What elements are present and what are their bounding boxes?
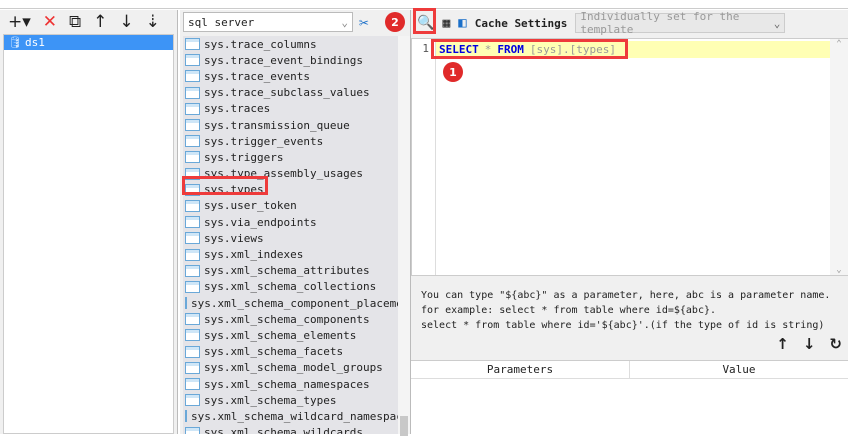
tools-icon[interactable]: ✂ (359, 13, 369, 32)
datasource-panel: +▾ ✕ ⧉ ↑ ↓ ⇣ 🛢 ds1 (0, 10, 178, 434)
parameter-help: You can type "${abc}" as a parameter, he… (421, 290, 831, 331)
table-list-item[interactable]: sys.xml_schema_types (183, 392, 398, 408)
table-icon (185, 378, 200, 391)
table-list-item[interactable]: sys.views (183, 230, 398, 246)
highlight-sql (431, 39, 628, 59)
table-icon (185, 86, 200, 99)
table-list-item[interactable]: sys.xml_schema_namespaces (183, 376, 398, 392)
table-icon (185, 410, 187, 423)
sql-panel: 🔍 ▦ ◧ Cache Settings Individually set fo… (410, 10, 848, 434)
table-icon (185, 313, 200, 326)
move-down-button[interactable]: ↓ (119, 12, 133, 32)
table-list-item[interactable]: sys.trigger_events (183, 133, 398, 149)
chevron-down-icon: ⌄ (341, 15, 348, 29)
table-list-item[interactable]: sys.trace_subclass_values (183, 85, 398, 101)
column-parameters: Parameters (411, 361, 630, 378)
table-icon (185, 38, 200, 51)
table-icon (185, 70, 200, 83)
table-list-item[interactable]: sys.transmission_queue (183, 117, 398, 133)
cache-icon: ◧ (458, 15, 467, 31)
table-list-item[interactable]: sys.via_endpoints (183, 214, 398, 230)
table-list-item[interactable]: sys.trace_events (183, 68, 398, 84)
table-list-item[interactable]: sys.xml_schema_collections (183, 279, 398, 295)
table-list-scrollbar[interactable] (398, 36, 410, 436)
table-list-item[interactable]: sys.xml_schema_facets (183, 344, 398, 360)
chevron-down-icon: ⌄ (773, 16, 781, 30)
table-list-item[interactable]: sys.xml_schema_attributes (183, 263, 398, 279)
arrow-up-icon[interactable]: ↑ (776, 335, 789, 353)
step-badge-1: 1 (443, 62, 463, 82)
table-list-item[interactable]: sys.trace_event_bindings (183, 52, 398, 68)
highlight-preview (413, 8, 436, 34)
table-list: sys.trace_columns sys.trace_event_binding… (183, 36, 398, 434)
table-icon (185, 345, 200, 358)
table-icon (185, 232, 200, 245)
table-list-item[interactable]: sys.xml_schema_components (183, 311, 398, 327)
table-list-item[interactable]: sys.xml_schema_elements (183, 327, 398, 343)
table-icon (185, 151, 200, 164)
sql-editor[interactable]: 1 SELECT * FROM [sys].[types] ⌃ ⌄ (411, 38, 848, 276)
add-button[interactable]: +▾ (8, 12, 31, 32)
delete-button[interactable]: ✕ (43, 12, 57, 32)
table-icon (185, 264, 200, 277)
table-icon (185, 216, 200, 229)
move-up-button[interactable]: ↑ (93, 12, 107, 32)
datasource-tree: 🛢 ds1 (3, 34, 174, 434)
editor-scrollbar[interactable]: ⌃ ⌄ (830, 39, 848, 275)
table-icon (185, 135, 200, 148)
table-icon (185, 199, 200, 212)
datasource-toolbar: +▾ ✕ ⧉ ↑ ↓ ⇣ (0, 10, 177, 34)
table-icon (185, 119, 200, 132)
save-sql-button[interactable]: ▦ (442, 16, 450, 31)
copy-button[interactable]: ⧉ (69, 12, 81, 32)
sort-button[interactable]: ⇣ (146, 12, 160, 32)
table-icon (185, 297, 187, 310)
column-value: Value (630, 361, 848, 378)
database-icon: 🛢 (8, 36, 22, 49)
parameters-table: Parameters Value (411, 360, 848, 434)
refresh-icon[interactable]: ↻ (829, 335, 842, 353)
table-list-item[interactable]: sys.user_token (183, 198, 398, 214)
table-icon (185, 102, 200, 115)
table-list-item[interactable]: sys.triggers (183, 149, 398, 165)
table-icon (185, 329, 200, 342)
table-icon (185, 426, 200, 434)
table-panel: sql server ⌄ ✂ sys.trace_columns sys.trac… (180, 10, 410, 436)
table-list-item[interactable]: sys.trace_columns (183, 36, 398, 52)
table-icon (185, 54, 200, 67)
cache-settings-label: Cache Settings (474, 16, 568, 30)
tree-item-ds1[interactable]: 🛢 ds1 (4, 35, 173, 50)
table-list-item[interactable]: sys.xml_schema_wildcard_namespaces (183, 408, 398, 424)
step-badge-2: 2 (385, 12, 405, 32)
table-list-item[interactable]: sys.xml_indexes (183, 246, 398, 262)
table-list-item[interactable]: sys.xml_schema_component_placements (183, 295, 398, 311)
table-icon (185, 361, 200, 374)
highlight-types (182, 176, 268, 195)
arrow-down-icon[interactable]: ↓ (803, 335, 816, 353)
line-number: 1 (412, 39, 436, 275)
table-icon (185, 280, 200, 293)
table-icon (185, 394, 200, 407)
table-list-item[interactable]: sys.traces (183, 101, 398, 117)
table-icon (185, 248, 200, 261)
cache-settings-select[interactable]: Individually set for the template ⌄ (575, 10, 786, 36)
table-list-item[interactable]: sys.xml_schema_wildcards (183, 425, 398, 434)
table-list-item[interactable]: sys.xml_schema_model_groups (183, 360, 398, 376)
database-type-select[interactable]: sql server ⌄ (183, 12, 353, 32)
